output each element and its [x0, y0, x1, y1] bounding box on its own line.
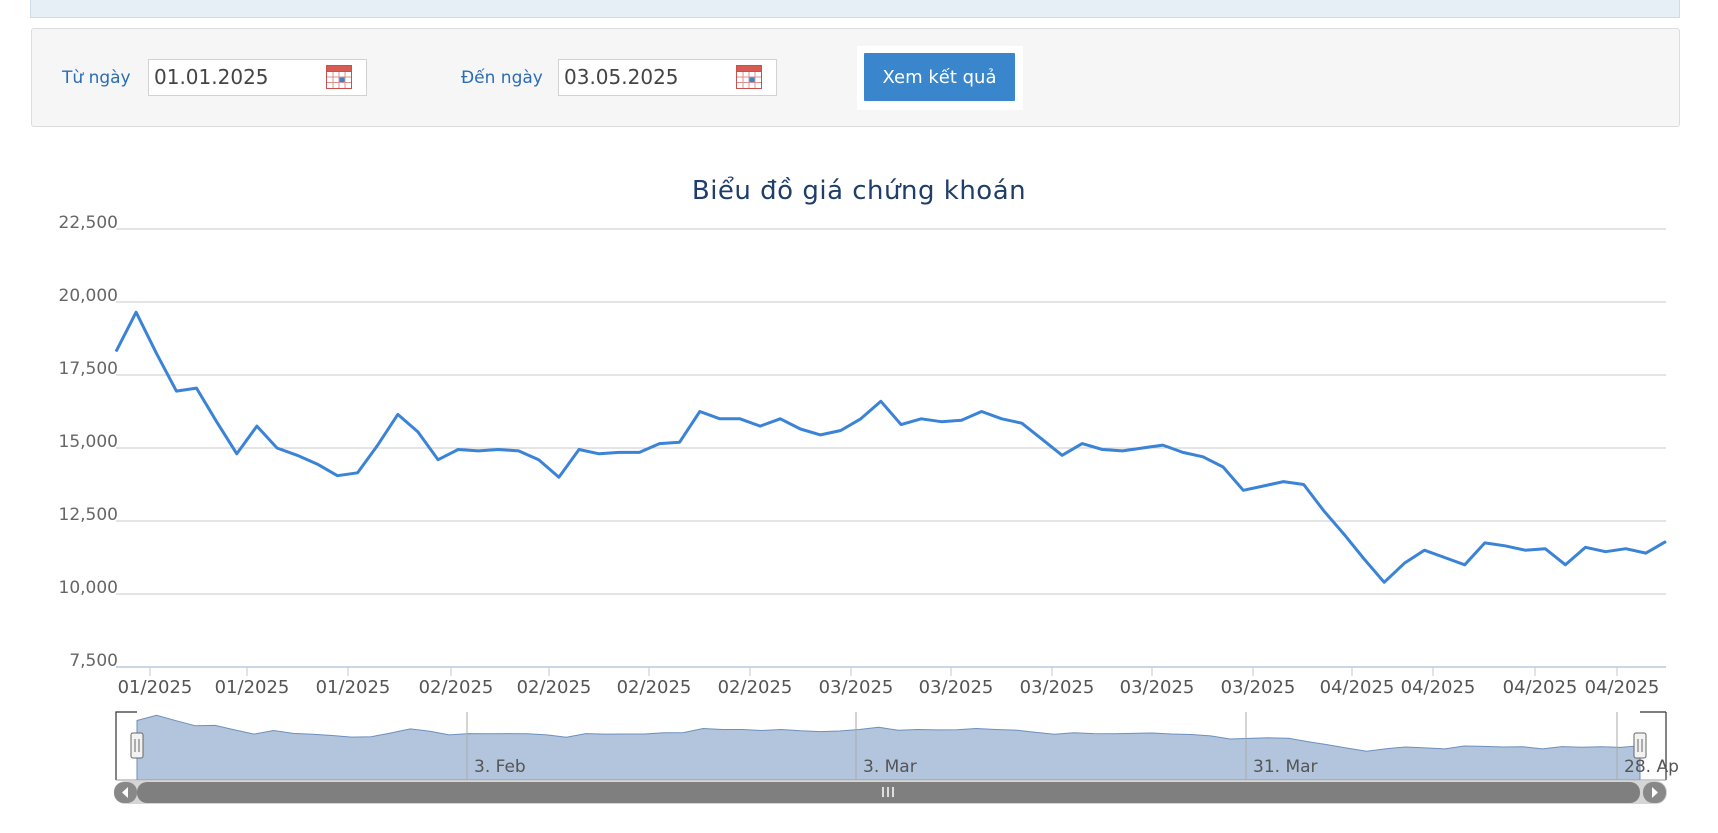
navigator-scrollbar[interactable] [114, 781, 1667, 804]
x-tick-label: 02/2025 [718, 677, 793, 698]
x-tick-label: 03/2025 [1020, 677, 1095, 698]
x-tick-label: 04/2025 [1503, 677, 1578, 698]
chart-gridlines [116, 228, 1666, 668]
price-series [114, 310, 1667, 584]
x-tick-label: 02/2025 [617, 677, 692, 698]
x-tick-label: 04/2025 [1585, 677, 1660, 698]
price-chart: 7,500 10,000 12,500 15,000 17,500 20,000 22,50… [59, 213, 1679, 804]
x-tick-label: 03/2025 [819, 677, 894, 698]
navigator-label: 31. Mar [1253, 757, 1318, 777]
navigator-left-handle[interactable] [130, 732, 144, 759]
navigator-label: 3. Mar [863, 757, 917, 777]
y-tick-label: 7,500 [69, 651, 118, 671]
y-axis: 7,500 10,000 12,500 15,000 17,500 20,000 22,50… [59, 213, 118, 671]
x-tick-label: 04/2025 [1320, 677, 1395, 698]
x-tick-label: 01/2025 [118, 677, 193, 698]
x-tick-label: 03/2025 [1221, 677, 1296, 698]
x-tick-label: 02/2025 [419, 677, 494, 698]
x-tick-label: 02/2025 [517, 677, 592, 698]
scroll-right-arrow-icon[interactable] [1643, 782, 1666, 803]
y-tick-label: 12,500 [59, 505, 118, 525]
x-tick-label: 03/2025 [919, 677, 994, 698]
y-tick-label: 17,500 [59, 359, 118, 379]
x-tick-label: 04/2025 [1401, 677, 1476, 698]
x-tick-label: 03/2025 [1120, 677, 1195, 698]
y-tick-label: 20,000 [59, 286, 118, 306]
x-tick-label: 01/2025 [316, 677, 391, 698]
y-tick-label: 10,000 [59, 578, 118, 598]
y-tick-label: 22,500 [59, 213, 118, 233]
navigator-right-handle[interactable] [1633, 732, 1647, 759]
navigator-label: 28. Ap [1624, 757, 1679, 777]
x-axis: 01/2025 01/2025 01/2025 02/2025 02/2025 02/20… [118, 667, 1660, 698]
y-tick-label: 15,000 [59, 432, 118, 452]
range-navigator[interactable]: 3. Feb 3. Mar 31. Mar 28. Ap [114, 711, 1679, 804]
scroll-left-arrow-icon[interactable] [114, 782, 137, 803]
navigator-label: 3. Feb [474, 757, 526, 777]
price-line [114, 310, 1667, 584]
x-tick-label: 01/2025 [215, 677, 290, 698]
